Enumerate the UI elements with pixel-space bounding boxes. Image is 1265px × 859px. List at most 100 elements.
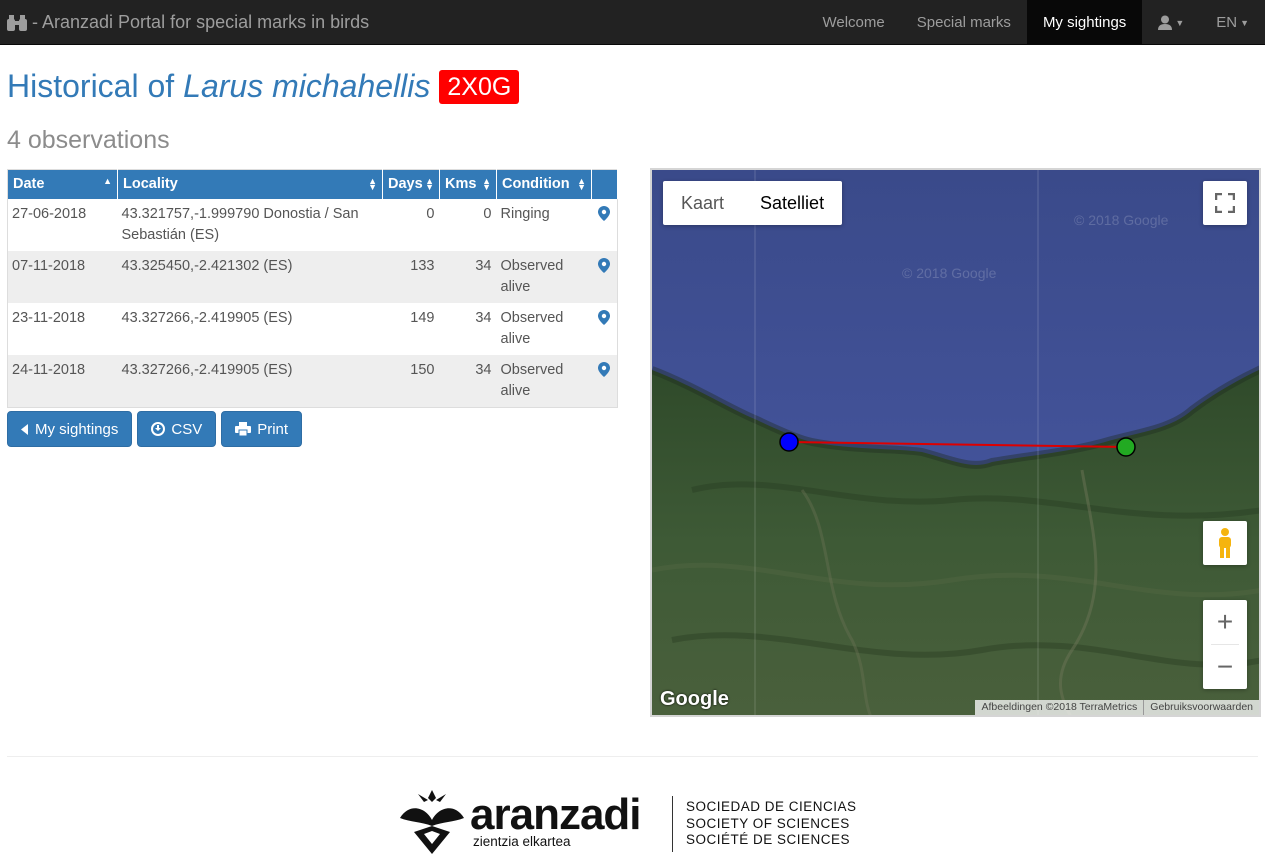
nav-special-marks[interactable]: Special marks <box>901 0 1027 45</box>
cell-date: 27-06-2018 <box>12 205 87 222</box>
brand-title: - Aranzadi Portal for special marks in b… <box>32 12 370 32</box>
download-icon <box>151 422 166 436</box>
tagline-fr: SOCIÉTÉ DE SCIENCES <box>686 832 851 847</box>
nav-welcome[interactable]: Welcome <box>806 0 900 45</box>
cell-date: 07-11-2018 <box>12 257 86 274</box>
zoom-control: + − <box>1203 600 1247 689</box>
species-name: Larus michahellis <box>183 68 431 104</box>
column-header-actions <box>591 169 618 199</box>
language-menu[interactable]: EN ▼ <box>1200 0 1265 45</box>
cell-days: 149 <box>410 309 435 326</box>
cell-condition: Observed alive <box>500 309 564 347</box>
map-marker-icon[interactable] <box>597 309 610 325</box>
end-marker[interactable] <box>1116 437 1136 457</box>
logo-subtitle: zientzia elkartea <box>473 834 571 849</box>
print-icon <box>235 422 252 436</box>
start-marker[interactable] <box>779 432 799 452</box>
column-header-date[interactable]: Date ▲ <box>7 169 118 199</box>
header-label: Date <box>13 176 45 193</box>
satellite-imagery <box>652 170 1259 715</box>
nav-my-sightings[interactable]: My sightings <box>1026 0 1143 45</box>
header-label: Condition <box>502 176 570 193</box>
back-to-my-sightings-button[interactable]: My sightings <box>7 411 133 447</box>
button-label: My sightings <box>35 420 119 438</box>
cell-kms: 0 <box>483 205 492 222</box>
tagline-en: SOCIETY OF SCIENCES <box>686 815 850 831</box>
map-type-map-button[interactable]: Kaart <box>663 181 742 225</box>
map-type-control: Kaart Satelliet <box>663 181 843 225</box>
footer-divider <box>7 756 1258 757</box>
observations-table: Date ▲ Locality ▲ ▼ Days ▲ ▼ Kms ▲ ▼ Condition ▲… <box>7 169 618 408</box>
cell-kms: 34 <box>475 309 492 326</box>
street-view-button[interactable] <box>1203 521 1247 565</box>
cell-condition: Ringing <box>500 205 550 222</box>
pegman-icon <box>1219 528 1231 558</box>
table-row: 24-11-2018 43.327266,-2.419905 (ES) 150 … <box>7 354 618 407</box>
map-watermark: © 2018 Google <box>1074 212 1169 228</box>
button-label: Print <box>257 420 289 438</box>
map-marker-icon[interactable] <box>597 205 610 221</box>
header-label: Days <box>388 176 423 193</box>
button-label: CSV <box>171 420 203 438</box>
brand-link[interactable]: - Aranzadi Portal for special marks in b… <box>6 0 369 45</box>
logo-divider <box>672 796 673 852</box>
top-navbar: - Aranzadi Portal for special marks in b… <box>0 0 1265 45</box>
mark-badge: 2X0G <box>439 69 520 104</box>
cell-condition: Observed alive <box>500 361 564 399</box>
sort-icon: ▲ ▼ <box>425 176 434 192</box>
logo-wordmark: aranzadi <box>470 790 642 839</box>
table-row: 07-11-2018 43.325450,-2.421302 (ES) 133 … <box>7 250 618 303</box>
map-marker-icon[interactable] <box>597 361 610 377</box>
cell-kms: 34 <box>475 361 492 378</box>
zoom-in-button[interactable]: + <box>1203 600 1247 644</box>
cell-date: 24-11-2018 <box>12 361 86 378</box>
table-row: 23-11-2018 43.327266,-2.419905 (ES) 149 … <box>8 303 618 355</box>
caret-down-icon: ▼ <box>1175 17 1185 28</box>
cell-days: 0 <box>426 205 435 222</box>
column-header-condition[interactable]: Condition ▲ ▼ <box>496 169 592 199</box>
language-label: EN <box>1216 14 1238 31</box>
cell-locality: 43.327266,-2.419905 (ES) <box>121 361 293 378</box>
aranzadi-logo[interactable]: aranzadi zientzia elkartea SOCIEDAD DE C… <box>398 788 868 858</box>
cell-locality: 43.321757,-1.999790 Donostia / San Sebas… <box>121 205 359 243</box>
map-watermark: © 2018 Google <box>902 265 997 281</box>
sort-icon: ▲ ▼ <box>368 176 377 192</box>
cell-date: 23-11-2018 <box>12 309 86 326</box>
cell-locality: 43.325450,-2.421302 (ES) <box>121 257 293 274</box>
print-button[interactable]: Print <box>221 411 303 447</box>
cell-kms: 34 <box>475 257 492 274</box>
user-menu[interactable]: ▼ <box>1142 0 1200 45</box>
action-buttons: My sightings CSV Print <box>7 411 303 447</box>
terms-link[interactable]: Gebruiksvoorwaarden <box>1143 700 1259 715</box>
sort-asc-icon: ▲ <box>103 176 112 186</box>
cell-days: 150 <box>410 361 435 378</box>
binoculars-icon <box>7 14 27 31</box>
column-header-days[interactable]: Days ▲ ▼ <box>382 169 440 199</box>
sort-icon: ▲ ▼ <box>577 176 586 192</box>
title-prefix: Historical of <box>7 68 175 104</box>
fullscreen-button[interactable] <box>1203 181 1247 225</box>
user-icon <box>1158 15 1173 30</box>
cell-locality: 43.327266,-2.419905 (ES) <box>121 309 293 326</box>
fullscreen-icon <box>1215 193 1235 213</box>
sightings-map[interactable]: © 2018 Google © 2018 Google Kaart Satell… <box>650 168 1261 717</box>
triangle-left-icon <box>21 423 28 435</box>
cell-days: 133 <box>410 257 435 274</box>
sort-icon: ▲ ▼ <box>482 176 491 192</box>
column-header-locality[interactable]: Locality ▲ ▼ <box>117 169 383 199</box>
imagery-attribution: Afbeeldingen ©2018 TerraMetrics <box>981 701 1138 713</box>
map-marker-icon[interactable] <box>597 257 610 273</box>
zoom-out-button[interactable]: − <box>1203 645 1247 689</box>
column-header-kms[interactable]: Kms ▲ ▼ <box>439 169 497 199</box>
caret-down-icon: ▼ <box>1240 17 1249 28</box>
map-type-satellite-button[interactable]: Satelliet <box>742 181 842 225</box>
aranzadi-emblem-icon <box>400 790 464 854</box>
map-attribution: Afbeeldingen ©2018 TerraMetrics Gebruiks… <box>975 700 1259 715</box>
google-logo: Google <box>660 688 729 710</box>
csv-download-button[interactable]: CSV <box>137 411 217 447</box>
header-label: Locality <box>123 176 178 193</box>
tagline-es: SOCIEDAD DE CIENCIAS <box>686 799 857 814</box>
header-label: Kms <box>445 176 477 193</box>
table-row: 27-06-2018 43.321757,-1.999790 Donostia … <box>8 199 618 251</box>
page-title: Historical of Larus michahellis 2X0G <box>7 68 520 105</box>
